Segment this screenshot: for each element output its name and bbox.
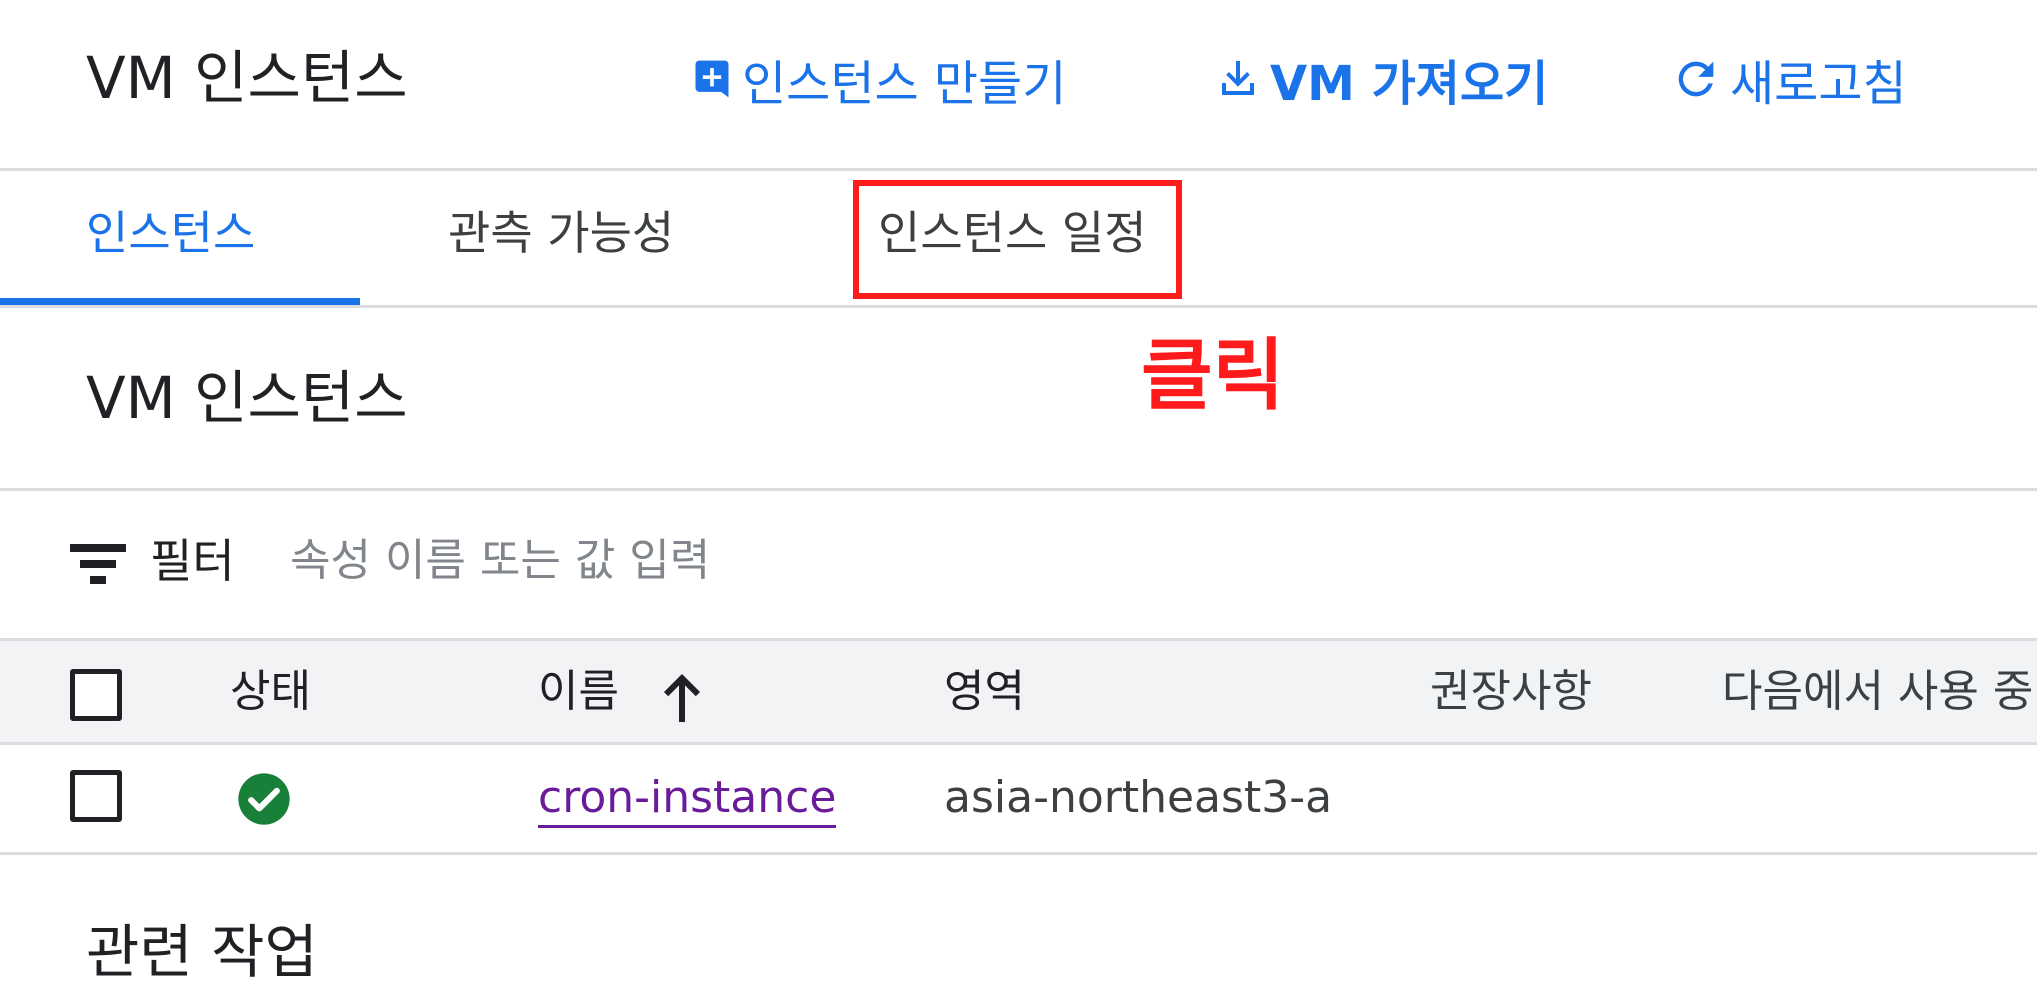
create-instance-label: 인스턴스 만들기 [742, 56, 1067, 112]
table-top-border [0, 638, 2037, 641]
import-vm-button[interactable]: VM 가져오기 [1214, 44, 1548, 114]
instance-zone: asia-northeast3-a [944, 772, 1333, 823]
tab-observability[interactable]: 관측 가능성 [448, 196, 674, 270]
filter-input[interactable] [290, 526, 990, 594]
column-header-in-use-by[interactable]: 다음에서 사용 중 [1722, 660, 2033, 724]
header-divider [0, 168, 2037, 171]
create-instance-button[interactable]: 인스턴스 만들기 [690, 44, 1066, 114]
column-header-zone[interactable]: 영역 [944, 660, 1025, 724]
tab-instances[interactable]: 인스턴스 [86, 196, 255, 270]
table-header-divider [0, 742, 2037, 745]
page-title: VM 인스턴스 [86, 44, 408, 112]
refresh-icon [1678, 61, 1714, 97]
related-actions-title: 관련 작업 [86, 918, 318, 986]
section-divider [0, 488, 2037, 491]
tabs-divider [0, 305, 2037, 308]
filter-icon[interactable] [70, 542, 126, 586]
column-header-recommendations[interactable]: 권장사항 [1430, 660, 1592, 724]
download-icon [1222, 61, 1254, 95]
section-title: VM 인스턴스 [86, 364, 408, 432]
click-annotation: 클릭 [1141, 331, 1285, 421]
filter-label: 필터 [150, 534, 235, 588]
add-box-icon [695, 60, 729, 98]
column-header-name[interactable]: 이름 [538, 660, 619, 724]
active-tab-indicator [0, 298, 360, 305]
sort-ascending-icon[interactable] [658, 670, 706, 724]
refresh-button[interactable]: 새로고침 [1670, 44, 1907, 114]
refresh-label: 새로고침 [1730, 56, 1907, 112]
instance-name-link[interactable]: cron-instance [538, 772, 837, 828]
table-bottom-divider [0, 852, 2037, 855]
select-all-checkbox[interactable] [70, 669, 122, 721]
table-row: cron-instance [538, 766, 837, 830]
highlight-box [853, 180, 1182, 299]
status-ok-icon [238, 773, 290, 825]
row-checkbox[interactable] [70, 770, 122, 822]
import-vm-label: VM 가져오기 [1270, 56, 1549, 112]
column-header-status[interactable]: 상태 [230, 660, 311, 724]
